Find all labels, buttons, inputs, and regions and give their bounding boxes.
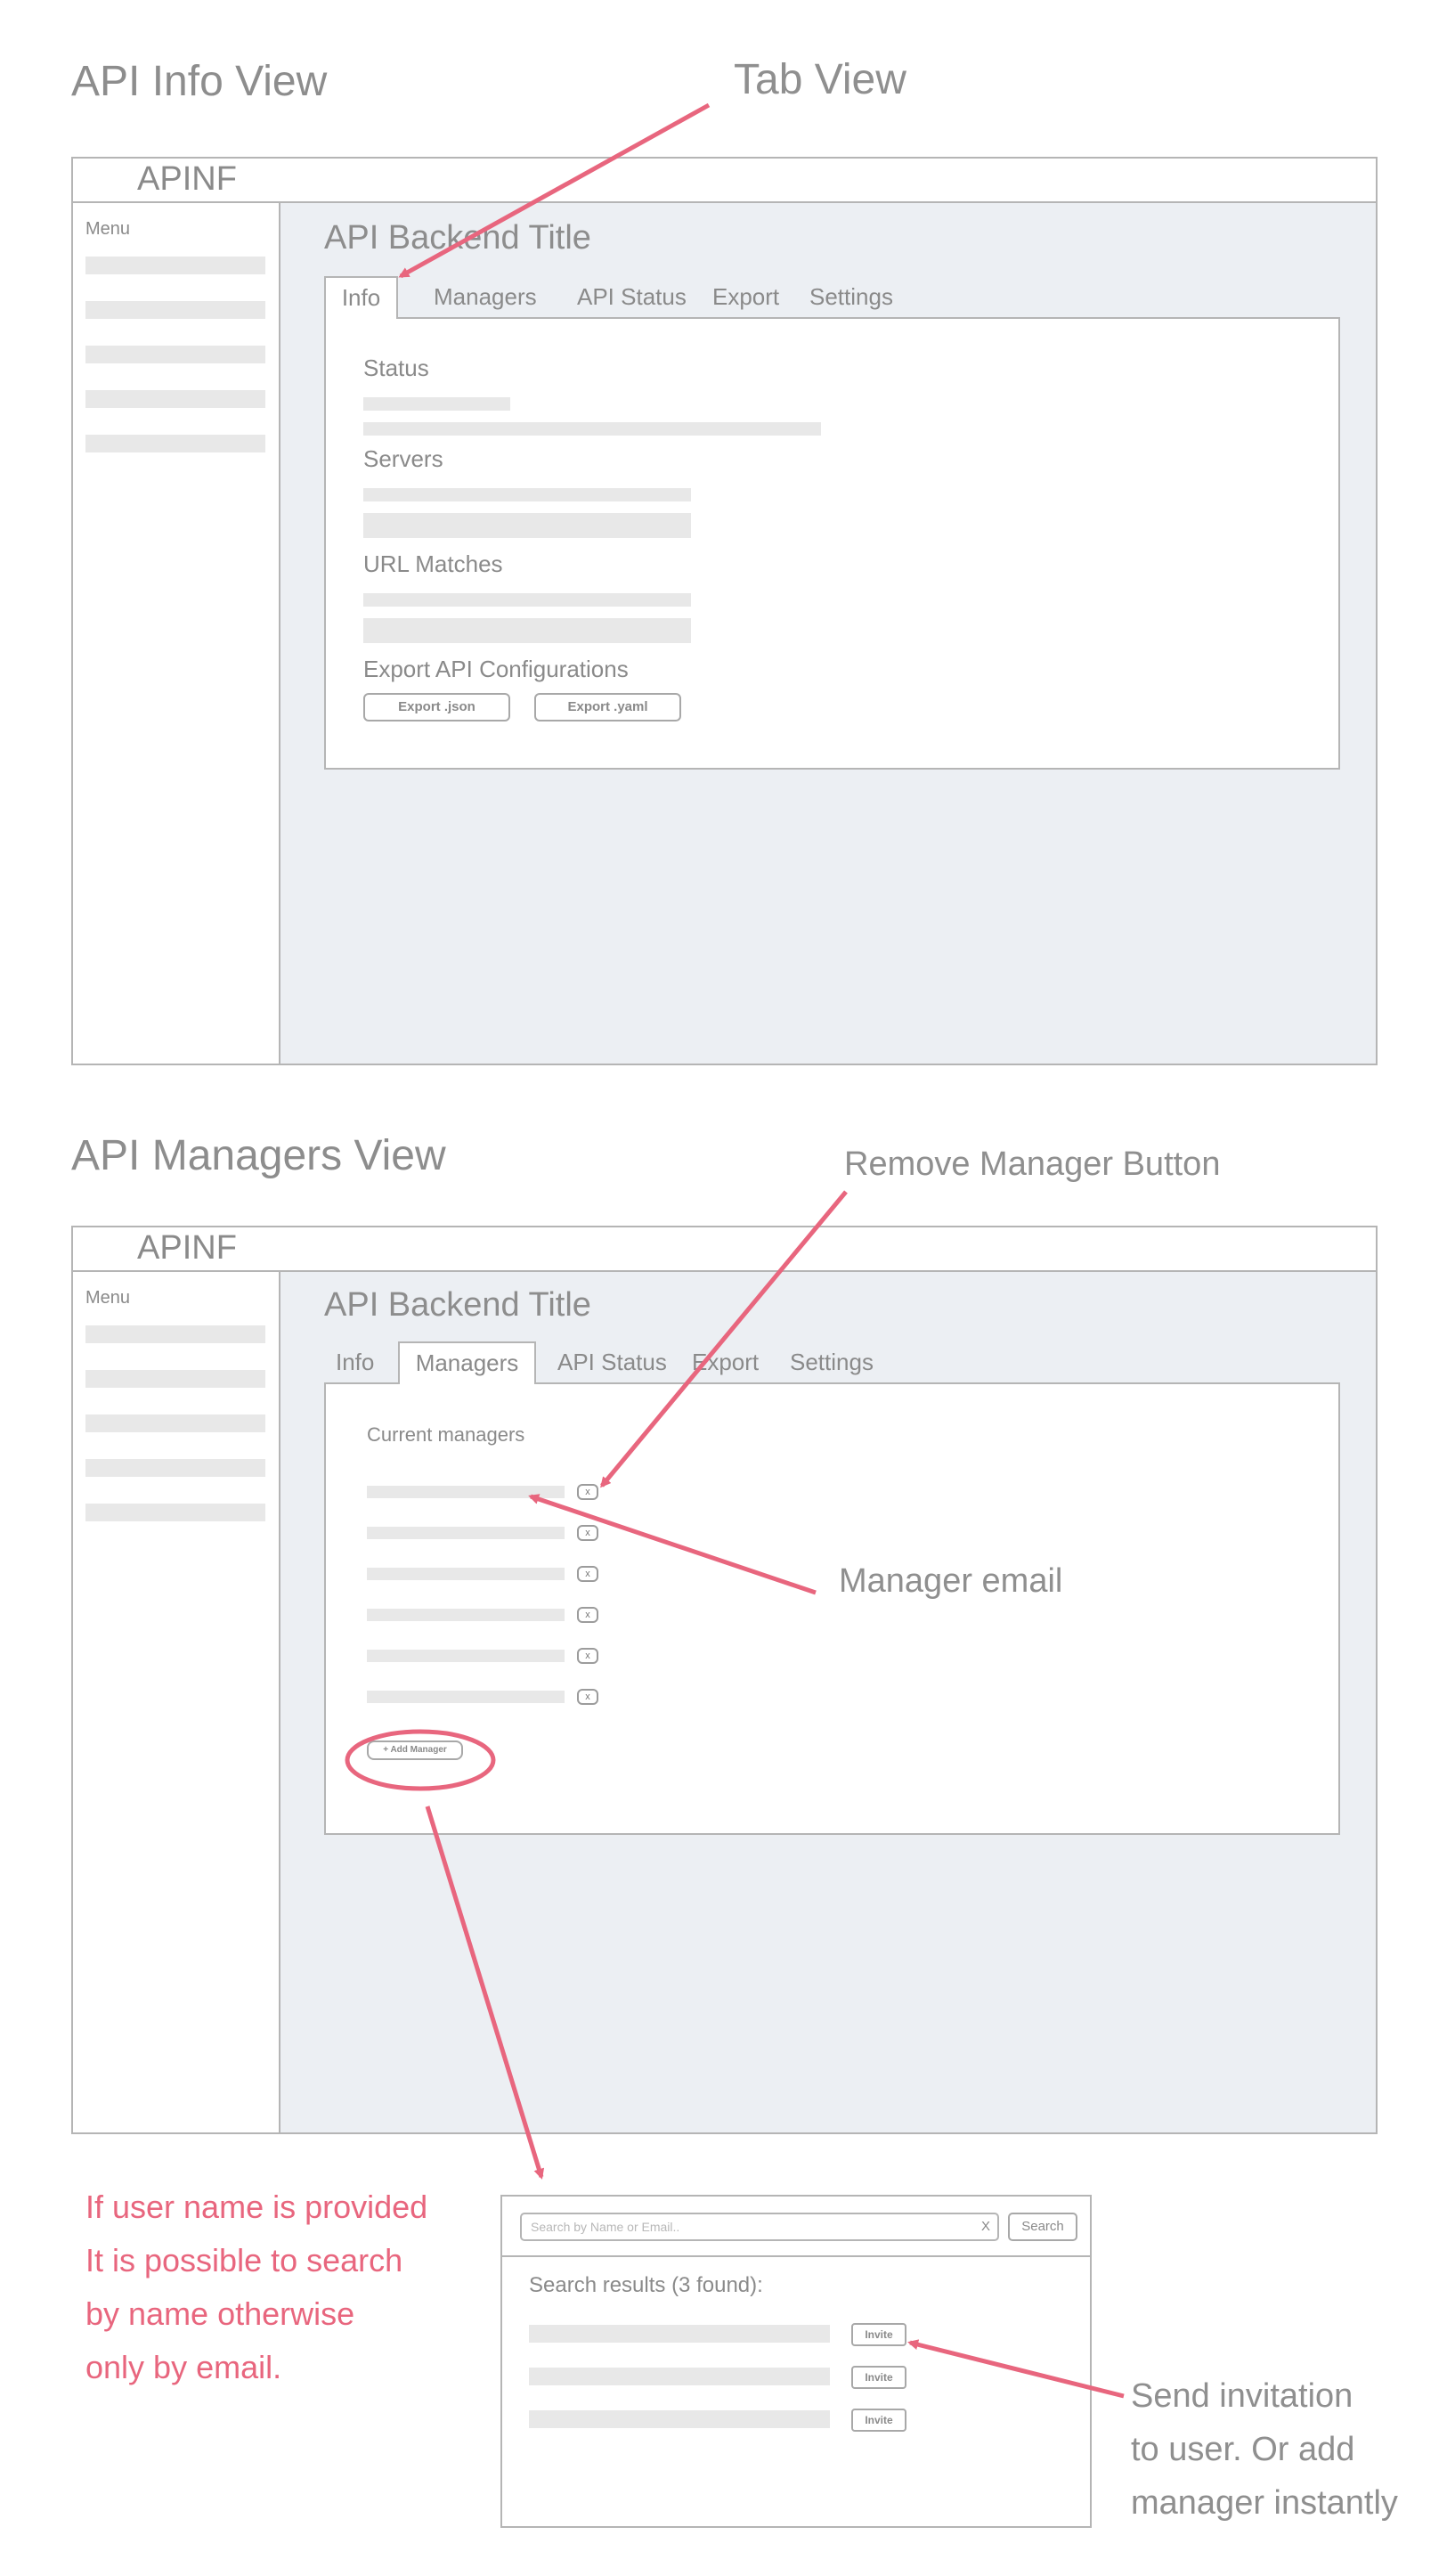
manager-email-arrow	[528, 1494, 817, 1595]
tab-view-arrow	[398, 102, 711, 279]
remove-manager-arrow	[600, 1190, 848, 1488]
invite-arrow	[907, 2339, 1125, 2399]
add-manager-highlight	[345, 1729, 496, 1791]
annotation-arrows	[345, 102, 1125, 2399]
add-manager-arrow	[425, 1806, 545, 2180]
